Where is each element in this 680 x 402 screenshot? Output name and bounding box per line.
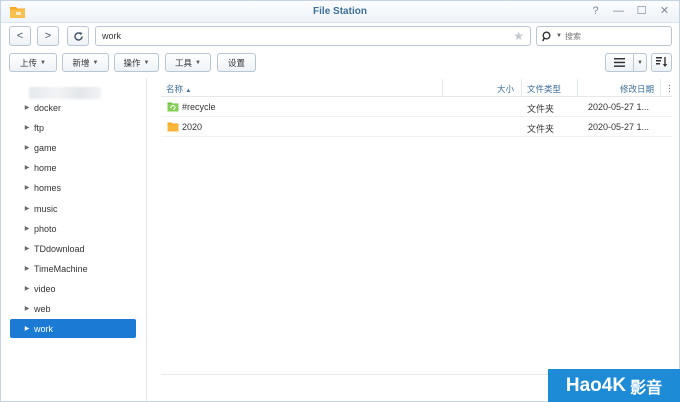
sidebar-item-tddownload[interactable]: ▶ TDdownload [10, 239, 136, 258]
chevron-down-icon: ▼ [92, 59, 99, 66]
refresh-button[interactable] [67, 26, 89, 46]
file-modified: 2020-05-27 1... [588, 102, 650, 112]
expand-arrow-icon[interactable]: ▶ [20, 285, 34, 292]
file-type: 文件夹 [527, 104, 555, 114]
chevron-down-icon: ▼ [195, 59, 201, 66]
sidebar-item-label: home [34, 162, 57, 173]
window-title: File Station [313, 6, 367, 17]
sort-icon [655, 57, 667, 67]
expand-arrow-icon[interactable]: ▶ [20, 205, 34, 212]
sidebar-item-label: TimeMachine [34, 263, 88, 274]
watermark-logo: Hao4K 影音 [548, 369, 680, 402]
sidebar-item-video[interactable]: ▶ video [10, 279, 136, 298]
chevron-down-icon: ▼ [143, 59, 150, 66]
sort-button[interactable] [651, 53, 672, 72]
expand-arrow-icon[interactable]: ▶ [20, 265, 34, 272]
expand-arrow-icon[interactable]: ▶ [20, 225, 34, 232]
back-button[interactable]: < [9, 26, 31, 46]
settings-label: 设置 [227, 57, 245, 68]
expand-arrow-icon[interactable]: ▶ [20, 144, 34, 151]
search-options-caret-icon[interactable]: ▼ [556, 33, 562, 39]
sidebar-item-label: TDdownload [34, 243, 85, 254]
file-name: #recycle [182, 102, 216, 112]
sidebar-item-label: web [34, 303, 51, 314]
sidebar-item-game[interactable]: ▶ game [10, 138, 136, 157]
table-row[interactable]: #recycle 文件夹 2020-05-27 1... [161, 97, 672, 117]
navigation-bar: < > work ★ ▼ [1, 23, 679, 49]
help-icon[interactable]: ? [589, 5, 602, 18]
file-name: 2020 [182, 122, 203, 132]
file-list-header: 名称 ▲ 大小 文件类型 修改日期 ⋮ [161, 79, 674, 97]
settings-button[interactable]: 设置 [217, 53, 256, 72]
file-list: 名称 ▲ 大小 文件类型 修改日期 ⋮ #recycle 文件夹 2020-05… [161, 79, 674, 379]
sidebar-item-label: music [34, 203, 58, 214]
file-station-window: File Station ? — ☐ ✕ < > work ★ ▼ 搜索 上传 … [0, 0, 680, 402]
sidebar-item-label: ftp [34, 122, 45, 133]
search-icon [542, 31, 551, 41]
recycle-folder-icon [167, 102, 179, 112]
sidebar-item-label: homes [34, 182, 62, 193]
watermark-text: Hao4K [565, 374, 627, 396]
expand-arrow-icon[interactable]: ▶ [20, 325, 34, 332]
close-icon[interactable]: ✕ [658, 5, 671, 18]
upload-label: 上传 [20, 57, 38, 68]
action-button[interactable]: 操作 ▼ [114, 53, 159, 72]
path-field[interactable]: work ★ [95, 26, 531, 46]
search-box[interactable]: ▼ [536, 26, 672, 46]
sidebar-item-work[interactable]: ▶ work [10, 319, 136, 338]
star-icon[interactable]: ★ [513, 29, 524, 43]
folder-tree: ▶ docker ▶ ftp ▶ game ▶ home ▶ homes ▶ m… [1, 79, 147, 401]
sidebar-item-home[interactable]: ▶ home [10, 158, 136, 177]
refresh-icon [73, 31, 83, 41]
expand-arrow-icon[interactable]: ▶ [20, 124, 34, 131]
action-label: 操作 [123, 57, 141, 68]
minimize-icon[interactable]: — [612, 5, 625, 18]
sidebar-item-docker[interactable]: ▶ docker [10, 98, 136, 117]
maximize-icon[interactable]: ☐ [635, 5, 648, 18]
view-mode-button[interactable] [605, 53, 634, 72]
sidebar-item-photo[interactable]: ▶ photo [10, 219, 136, 238]
tools-button[interactable]: 工具 ▼ [165, 53, 211, 72]
search-input[interactable] [564, 31, 655, 41]
watermark-suffix: 影音 [630, 379, 663, 397]
tools-label: 工具 [175, 57, 193, 68]
sidebar-item-label: work [34, 323, 54, 334]
upload-button[interactable]: 上传 ▼ [9, 53, 57, 72]
expand-arrow-icon[interactable]: ▶ [20, 184, 34, 191]
sidebar-item-music[interactable]: ▶ music [10, 199, 136, 218]
sidebar-item-timemachine[interactable]: ▶ TimeMachine [10, 259, 136, 278]
file-modified: 2020-05-27 1... [588, 122, 650, 132]
chevron-down-icon: ▼ [40, 59, 46, 66]
sidebar-item-web[interactable]: ▶ web [10, 299, 136, 318]
column-header-type[interactable]: 文件类型 [527, 83, 561, 95]
sidebar-item-label: game [34, 142, 57, 153]
column-options-icon[interactable]: ⋮ [665, 83, 674, 94]
sidebar-item-label: photo [34, 223, 57, 234]
sidebar-item-label: video [34, 283, 56, 294]
title-bar: File Station ? — ☐ ✕ [1, 1, 679, 23]
expand-arrow-icon[interactable]: ▶ [20, 164, 34, 171]
toolbar: 上传 ▼ 新增 ▼ 操作 ▼ 工具 ▼ 设置 ▼ [1, 51, 679, 75]
create-label: 新增 [72, 57, 90, 68]
column-header-size[interactable]: 大小 [497, 83, 514, 95]
sidebar-item-label: docker [34, 102, 62, 113]
expand-arrow-icon[interactable]: ▶ [20, 245, 34, 252]
path-text: work [102, 31, 122, 41]
expand-arrow-icon[interactable]: ▶ [20, 104, 34, 111]
column-header-modified[interactable]: 修改日期 [620, 83, 654, 95]
sidebar-item-ftp[interactable]: ▶ ftp [10, 118, 136, 137]
forward-button[interactable]: > [37, 26, 59, 46]
table-row[interactable]: 2020 文件夹 2020-05-27 1... [161, 117, 672, 137]
view-mode-dropdown[interactable]: ▼ [633, 53, 647, 72]
column-header-name[interactable]: 名称 ▲ [166, 83, 191, 95]
file-type: 文件夹 [527, 124, 555, 134]
folder-icon [167, 122, 179, 132]
sidebar-item-homes[interactable]: ▶ homes [10, 178, 136, 197]
chevron-left-icon: < [16, 30, 24, 42]
create-button[interactable]: 新增 ▼ [62, 53, 109, 72]
expand-arrow-icon[interactable]: ▶ [20, 305, 34, 312]
chevron-right-icon: > [44, 30, 52, 42]
list-view-icon [614, 58, 625, 67]
chevron-down-icon: ▼ [637, 59, 643, 66]
